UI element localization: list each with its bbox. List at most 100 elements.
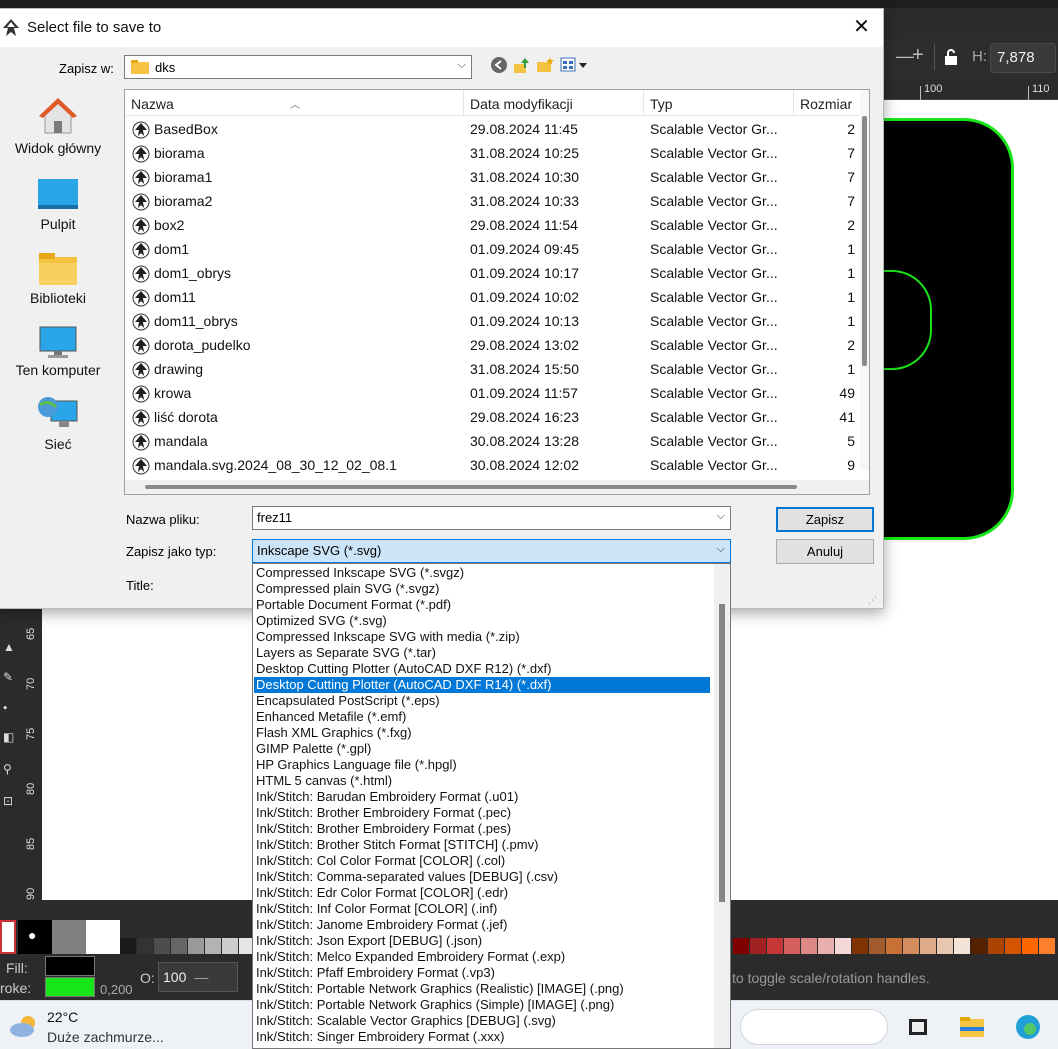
file-row[interactable]: biorama 31.08.2024 10:25 Scalable Vector G… xyxy=(125,141,860,165)
swatch-gray[interactable] xyxy=(52,920,86,954)
spray-tool-icon[interactable]: ◧ xyxy=(3,730,14,744)
dialog-titlebar[interactable]: Select file to save to ✕ xyxy=(0,9,883,47)
swatch-black[interactable]: ● xyxy=(18,920,52,954)
scrollbar-thumb[interactable] xyxy=(145,485,797,489)
file-type-option[interactable]: Compressed plain SVG (*.svgz) xyxy=(254,581,710,597)
file-list-horizontal-scrollbar[interactable] xyxy=(125,480,869,494)
column-size[interactable]: Rozmiar xyxy=(800,96,852,112)
file-type-option[interactable]: Ink/Stitch: Janome Embroidery Format (.j… xyxy=(254,917,710,933)
file-row[interactable]: box2 29.08.2024 11:54 Scalable Vector Gr..… xyxy=(125,213,860,237)
swatch[interactable] xyxy=(1005,938,1021,954)
swatch[interactable] xyxy=(120,938,136,954)
file-type-option[interactable]: Ink/Stitch: Comma-separated values [DEBU… xyxy=(254,869,710,885)
file-type-option[interactable]: Ink/Stitch: Portable Network Graphics (R… xyxy=(254,981,710,997)
lock-icon[interactable] xyxy=(944,48,958,66)
file-row[interactable]: dom11 01.09.2024 10:02 Scalable Vector Gr.… xyxy=(125,285,860,309)
file-type-option[interactable]: Compressed Inkscape SVG with media (*.zi… xyxy=(254,629,710,645)
scrollbar-thumb[interactable] xyxy=(862,116,867,366)
swatch-white[interactable] xyxy=(86,920,120,954)
file-type-option[interactable]: Desktop Cutting Plotter (AutoCAD DXF R14… xyxy=(254,677,710,693)
place-desktop[interactable]: Pulpit xyxy=(0,177,116,232)
file-type-dropdown-list[interactable]: Compressed Inkscape SVG (*.svgz) Compress… xyxy=(252,563,731,1049)
file-row[interactable]: mandala.svg.2024_08_30_12_02_08.1 30.08.2… xyxy=(125,453,860,477)
swatch[interactable] xyxy=(801,938,817,954)
file-type-option[interactable]: Enhanced Metafile (*.emf) xyxy=(254,709,710,725)
place-network[interactable]: Sieć xyxy=(0,395,116,452)
file-type-option[interactable]: Ink/Stitch: Pfaff Embroidery Format (.vp… xyxy=(254,965,710,981)
filename-input[interactable]: frez11 ⌵ xyxy=(252,506,731,530)
column-name[interactable]: Nazwa xyxy=(131,96,174,112)
file-row[interactable]: liść dorota 29.08.2024 16:23 Scalable Vect… xyxy=(125,405,860,429)
swatch[interactable] xyxy=(171,938,187,954)
swatch[interactable] xyxy=(137,938,153,954)
file-type-option[interactable]: GIMP Palette (*.gpl) xyxy=(254,741,710,757)
file-type-option[interactable]: Ink/Stitch: Barudan Embroidery Format (.… xyxy=(254,789,710,805)
swatch[interactable] xyxy=(886,938,902,954)
file-type-option[interactable]: Ink/Stitch: Col Color Format [COLOR] (.c… xyxy=(254,853,710,869)
place-libraries[interactable]: Biblioteki xyxy=(0,251,116,306)
file-row[interactable]: dom1 01.09.2024 09:45 Scalable Vector Gr..… xyxy=(125,237,860,261)
resize-grip-icon[interactable]: ⋰ xyxy=(868,595,880,607)
swatch[interactable] xyxy=(1039,938,1055,954)
scrollbar-thumb[interactable] xyxy=(719,604,725,902)
node-tool-icon[interactable]: ⬩ xyxy=(3,700,7,715)
file-row[interactable]: dom1_obrys 01.09.2024 10:17 Scalable Vecto… xyxy=(125,261,860,285)
file-type-option[interactable]: Ink/Stitch: Inf Color Format [COLOR] (.i… xyxy=(254,901,710,917)
pen-tool-icon[interactable]: ▲ xyxy=(3,640,15,654)
up-folder-icon[interactable] xyxy=(513,56,531,74)
no-paint-swatch[interactable] xyxy=(0,920,16,954)
file-type-option[interactable]: Ink/Stitch: Brother Embroidery Format (.… xyxy=(254,821,710,837)
chevron-down-icon[interactable]: ⌵ xyxy=(717,543,725,556)
dropdown-scrollbar[interactable] xyxy=(714,564,730,1048)
file-type-option[interactable]: Ink/Stitch: Edr Color Format [COLOR] (.e… xyxy=(254,885,710,901)
swatch[interactable] xyxy=(937,938,953,954)
swatch[interactable] xyxy=(767,938,783,954)
file-type-option[interactable]: Ink/Stitch: Brother Embroidery Format (.… xyxy=(254,805,710,821)
swatch[interactable] xyxy=(154,938,170,954)
chevron-down-icon[interactable]: ⌵ xyxy=(717,510,725,523)
back-icon[interactable] xyxy=(490,56,508,74)
swatch[interactable] xyxy=(818,938,834,954)
weather-cloud-icon[interactable] xyxy=(8,1013,40,1039)
file-list-vertical-scrollbar[interactable] xyxy=(860,90,869,470)
taskbar-search-box[interactable] xyxy=(740,1009,888,1045)
file-type-option[interactable]: Optimized SVG (*.svg) xyxy=(254,613,710,629)
file-row[interactable]: BasedBox 29.08.2024 11:45 Scalable Vector … xyxy=(125,117,860,141)
height-increment-button[interactable]: + xyxy=(912,44,924,67)
fill-swatch[interactable] xyxy=(45,956,95,976)
file-type-option[interactable]: Flash XML Graphics (*.fxg) xyxy=(254,725,710,741)
swatch[interactable] xyxy=(1022,938,1038,954)
column-type[interactable]: Typ xyxy=(650,96,673,112)
task-view-icon[interactable] xyxy=(904,1013,932,1041)
weather-condition[interactable]: Duże zachmurze... xyxy=(47,1029,164,1045)
file-row[interactable]: dom11_obrys 01.09.2024 10:13 Scalable Vect… xyxy=(125,309,860,333)
swatch[interactable] xyxy=(784,938,800,954)
save-as-type-dropdown[interactable]: Inkscape SVG (*.svg) ⌵ xyxy=(252,539,731,563)
file-row[interactable]: krowa 01.09.2024 11:57 Scalable Vector Gr.… xyxy=(125,381,860,405)
stroke-width-value[interactable]: 0,200 xyxy=(100,982,133,997)
file-type-option[interactable]: Ink/Stitch: Brother Stitch Format [STITC… xyxy=(254,837,710,853)
swatch[interactable] xyxy=(222,938,238,954)
swatch[interactable] xyxy=(869,938,885,954)
file-row[interactable]: dorota_pudelko 29.08.2024 13:02 Scalable V… xyxy=(125,333,860,357)
save-button[interactable]: Zapisz xyxy=(776,507,874,532)
pencil-tool-icon[interactable]: ✎ xyxy=(3,670,13,684)
swatch[interactable] xyxy=(733,938,749,954)
file-row[interactable]: biorama1 31.08.2024 10:30 Scalable Vector … xyxy=(125,165,860,189)
swatch[interactable] xyxy=(954,938,970,954)
opacity-field[interactable]: 100 — xyxy=(158,962,238,992)
place-this-pc[interactable]: Ten komputer xyxy=(0,325,116,378)
view-menu-icon[interactable] xyxy=(560,56,590,74)
swatch[interactable] xyxy=(903,938,919,954)
opacity-decrement-icon[interactable]: — xyxy=(194,969,208,985)
file-list[interactable]: Nazwa ︿ Data modyfikacji Typ Rozmiar Bas… xyxy=(124,89,870,495)
file-type-option[interactable]: Layers as Separate SVG (*.tar) xyxy=(254,645,710,661)
swatch[interactable] xyxy=(835,938,851,954)
place-home[interactable]: Widok główny xyxy=(0,95,116,156)
swatch[interactable] xyxy=(920,938,936,954)
swatch[interactable] xyxy=(188,938,204,954)
save-in-dropdown[interactable]: dks ⌵ xyxy=(124,55,472,79)
swatch[interactable] xyxy=(971,938,987,954)
file-type-option[interactable]: Desktop Cutting Plotter (AutoCAD DXF R12… xyxy=(254,661,710,677)
height-field[interactable]: 7,878 xyxy=(990,43,1056,73)
